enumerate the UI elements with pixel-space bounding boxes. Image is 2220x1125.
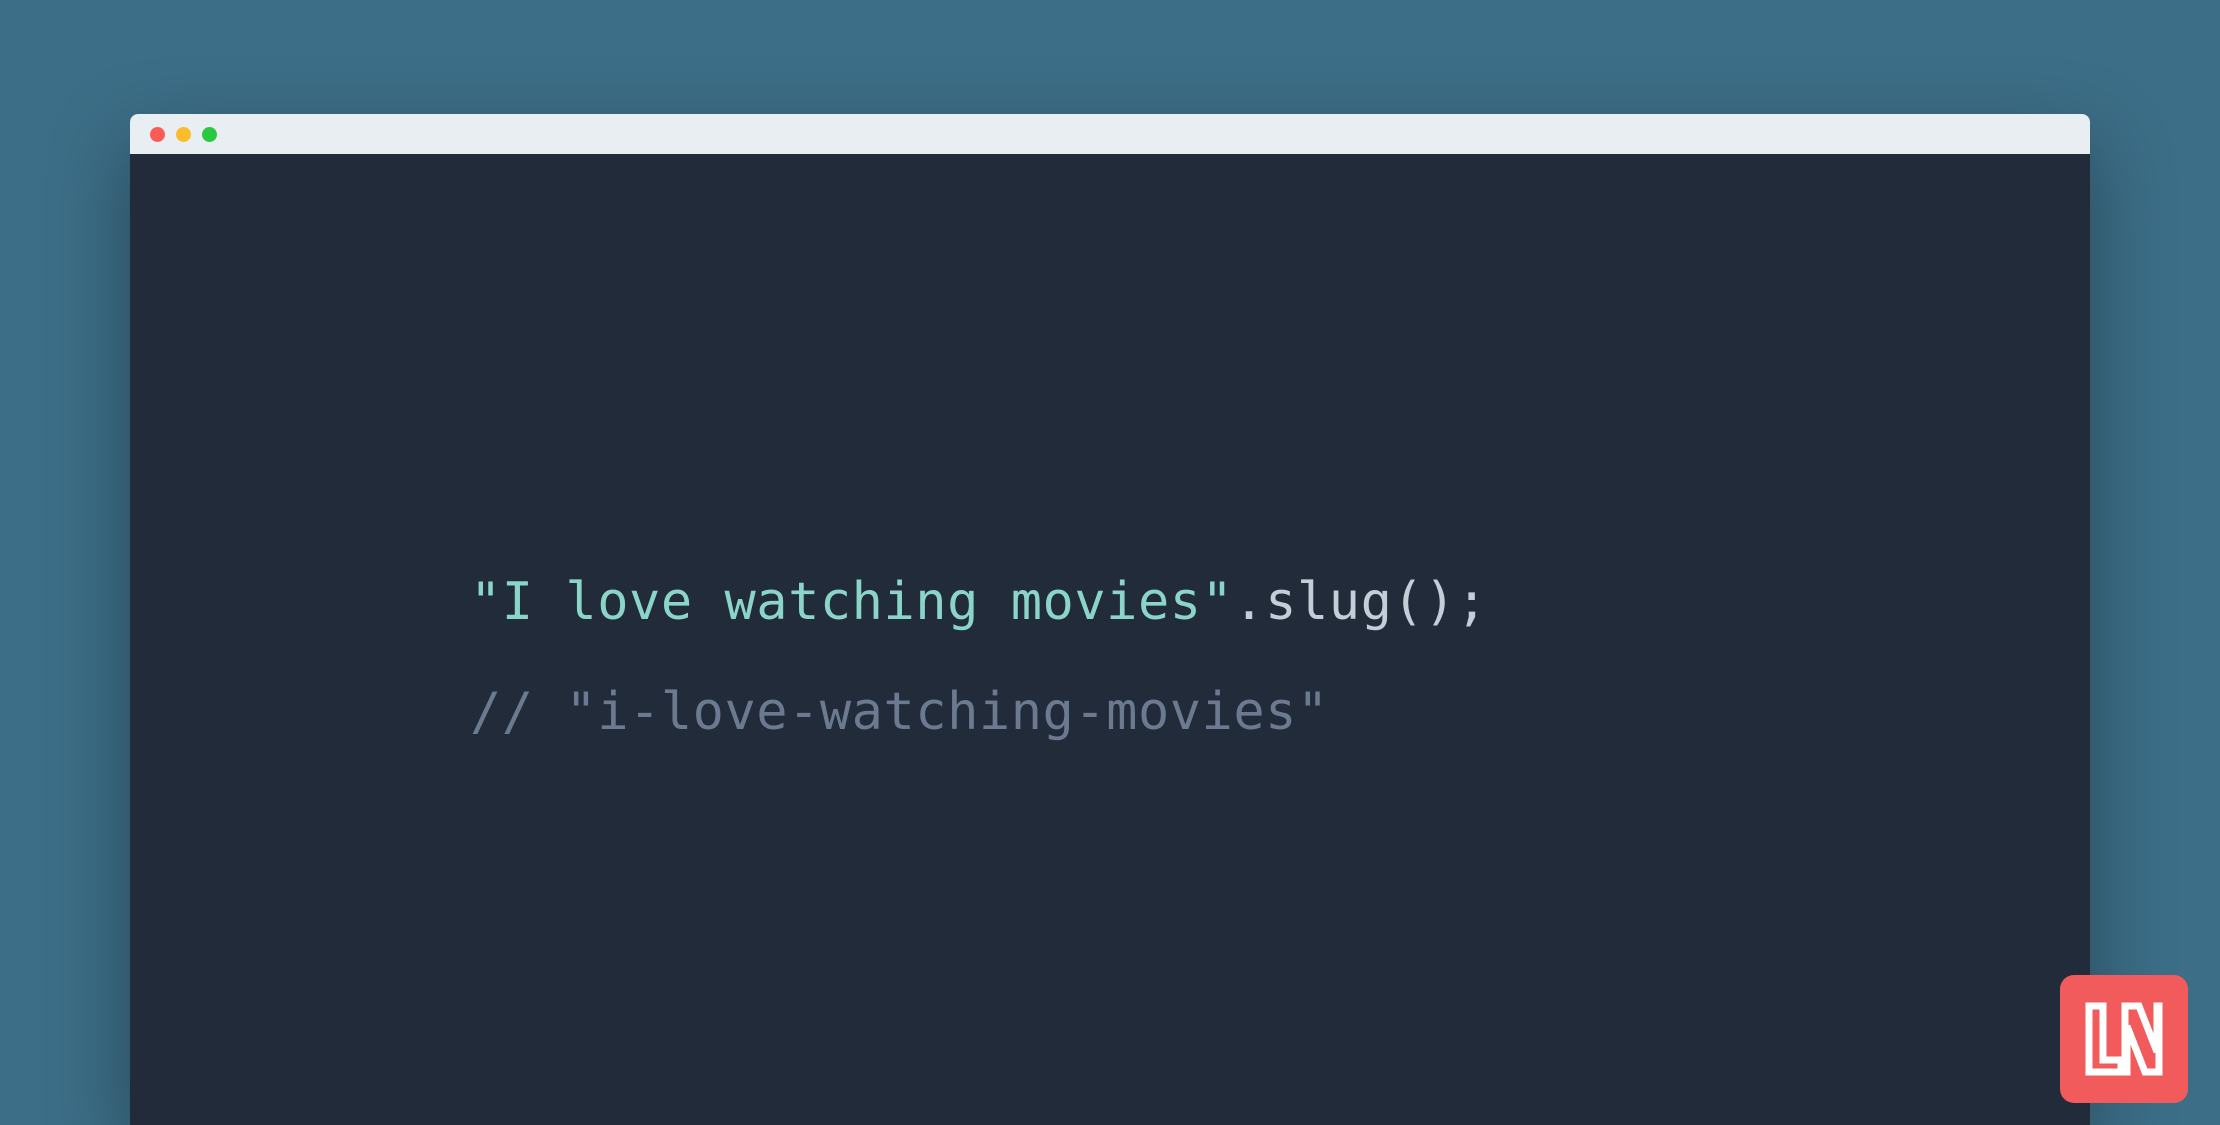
- code-editor: "I love watching movies".slug(); // "i-l…: [130, 154, 2090, 746]
- string-literal: "I love watching movies": [470, 572, 1233, 632]
- code-line-2: // "i-love-watching-movies": [470, 679, 2090, 747]
- method-call: .slug();: [1233, 572, 1487, 632]
- close-icon[interactable]: [150, 127, 165, 142]
- minimize-icon[interactable]: [176, 127, 191, 142]
- logo-badge: [2060, 975, 2188, 1103]
- editor-window: "I love watching movies".slug(); // "i-l…: [130, 114, 2090, 1125]
- logo-icon: [2079, 994, 2169, 1084]
- code-line-1: "I love watching movies".slug();: [470, 569, 2090, 637]
- window-titlebar: [130, 114, 2090, 154]
- comment: // "i-love-watching-movies": [470, 682, 1329, 742]
- maximize-icon[interactable]: [202, 127, 217, 142]
